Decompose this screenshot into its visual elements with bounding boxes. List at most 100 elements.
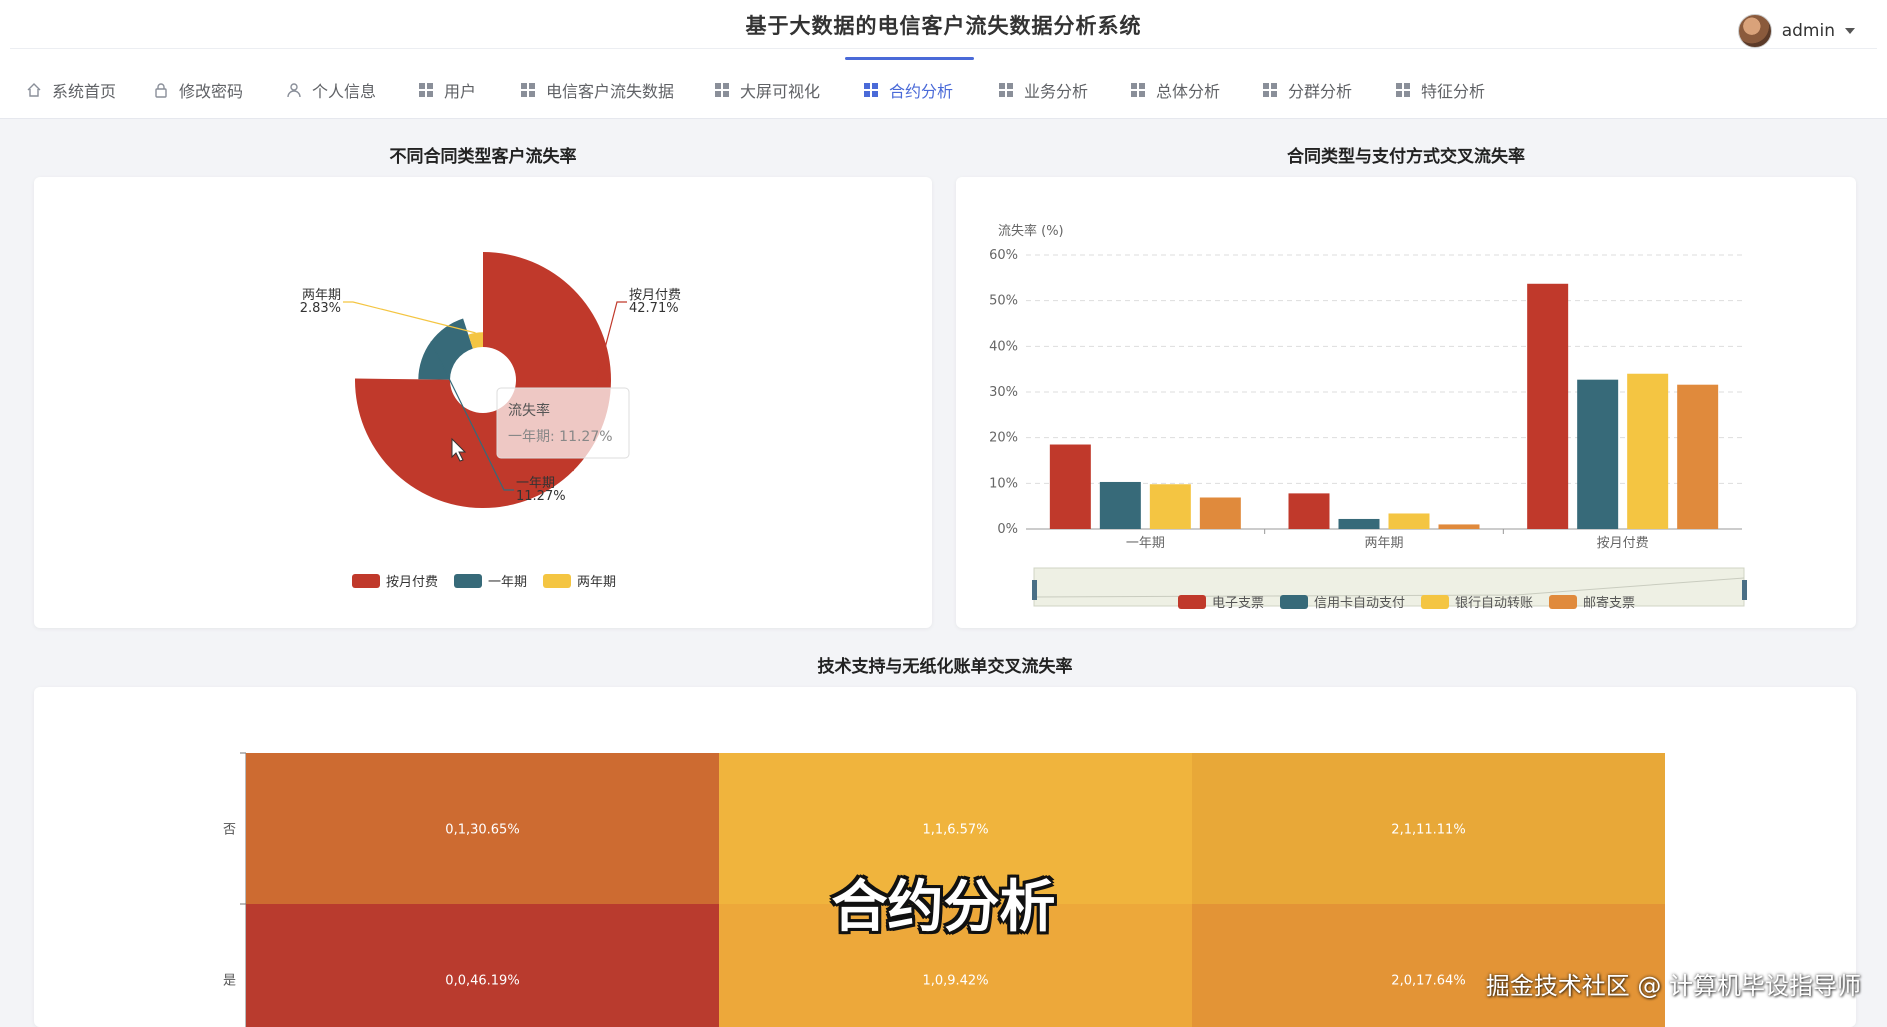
grid-icon <box>863 82 879 98</box>
legend-label[interactable]: 银行自动转账 <box>1455 596 1533 611</box>
nav-item-label: 系统首页 <box>52 82 117 101</box>
pie-slice-0[interactable] <box>355 252 611 508</box>
nav-item-2[interactable]: 个人信息 <box>286 78 376 102</box>
legend-swatch[interactable] <box>543 574 571 588</box>
nav-item-0[interactable]: 系统首页 <box>26 78 116 102</box>
grid-icon <box>1262 82 1278 98</box>
nav-item-label: 大屏可视化 <box>740 82 821 101</box>
contract-chart-card: 按月付费 42.71% 一年期 11.27% 两年期 2.83% 流失率一年期: 11.27… <box>34 177 932 628</box>
y-tick-label: 0% <box>997 522 1018 537</box>
y-tick-label: 是 <box>223 974 236 989</box>
nav-item-5[interactable]: 大屏可视化 <box>714 78 820 102</box>
caret-down-icon <box>1845 28 1855 34</box>
nav-item-1[interactable]: 修改密码 <box>153 78 243 102</box>
legend-label[interactable]: 电子支票 <box>1212 596 1264 611</box>
bar-0-1[interactable] <box>1099 481 1141 529</box>
contract-chart-title: 不同合同类型客户流失率 <box>389 147 577 167</box>
nav-item-3[interactable]: 用户 <box>418 78 476 102</box>
y-tick-label: 30% <box>989 385 1018 400</box>
legend-label[interactable]: 邮寄支票 <box>1583 595 1635 611</box>
x-tick-label: 按月付费 <box>1597 536 1649 551</box>
credit-watermark: 掘金技术社区 @ 计算机毕设指导师 <box>1485 972 1861 1000</box>
cross-chart-card: 流失率 (%) 0% 10% 20% 30% 40% 50% 60% 一年期 两年期 按月付费电子支… <box>956 177 1856 628</box>
y-tick-label: 50% <box>989 294 1018 309</box>
x-tick-label: 一年期 <box>1126 536 1165 551</box>
grid-icon <box>1395 82 1411 98</box>
legend-swatch[interactable] <box>1421 595 1449 609</box>
app-title: 基于大数据的电信客户流失数据分析系统 <box>745 14 1142 38</box>
heatmap-cell-label: 1,0,9.42% <box>922 974 988 989</box>
pie-tooltip: 流失率一年期: 11.27% <box>496 387 630 459</box>
bar-2-1[interactable] <box>1577 379 1619 529</box>
pie-label-value: 2.83% <box>300 301 341 316</box>
legend-swatch[interactable] <box>352 574 380 588</box>
heatmap-cell-label: 0,0,46.19% <box>445 974 519 989</box>
y-tick-label: 60% <box>989 248 1018 263</box>
nav-item-label: 修改密码 <box>179 82 244 101</box>
legend-label[interactable]: 一年期 <box>488 575 527 590</box>
tooltip-text: 一年期: 11.27% <box>508 429 613 445</box>
nav-item-label: 个人信息 <box>312 82 377 101</box>
legend-label[interactable]: 按月付费 <box>386 575 438 590</box>
nav-item-6[interactable]: 合约分析 <box>863 78 953 102</box>
nav-item-9[interactable]: 分群分析 <box>1262 78 1352 102</box>
nav-item-label: 总体分析 <box>1156 82 1221 101</box>
top-bar: 基于大数据的电信客户流失数据分析系统 系统首页 修改密码 个人信息 用户 电信客户流失数… <box>0 0 1887 119</box>
legend-label[interactable]: 信用卡自动支付 <box>1314 596 1405 611</box>
bar-0-3[interactable] <box>1199 497 1241 529</box>
nav-item-label: 特征分析 <box>1421 82 1486 101</box>
pie-label-value: 11.27% <box>516 489 566 504</box>
bar-1-2[interactable] <box>1388 513 1430 529</box>
nav-item-label: 分群分析 <box>1288 82 1353 101</box>
y-tick-label: 20% <box>989 431 1018 446</box>
nav-item-4[interactable]: 电信客户流失数据 <box>520 78 674 102</box>
y-tick-label: 40% <box>989 339 1018 354</box>
legend-swatch[interactable] <box>1280 595 1308 609</box>
legend-label[interactable]: 两年期 <box>577 575 616 590</box>
nav-item-label: 业务分析 <box>1024 82 1089 101</box>
heatmap-cell-label: 0,1,30.65% <box>445 823 519 838</box>
lock-icon <box>153 82 169 98</box>
grid-icon <box>418 82 434 98</box>
bar-1-1[interactable] <box>1338 518 1380 529</box>
bar-2-0[interactable] <box>1527 283 1569 529</box>
x-tick-label: 两年期 <box>1364 536 1403 551</box>
nav-item-10[interactable]: 特征分析 <box>1395 78 1485 102</box>
heatmap-cell-label: 1,1,6.57% <box>922 823 988 838</box>
grid-icon <box>714 82 730 98</box>
pie-label-value: 42.71% <box>629 301 679 316</box>
zoom-handle-left[interactable] <box>1032 580 1037 600</box>
user-name: admin <box>1781 21 1835 41</box>
heatmap-cell-label: 2,1,11.11% <box>1391 823 1465 838</box>
active-tab-indicator <box>845 57 974 60</box>
pie-label-line <box>343 301 476 334</box>
nav-item-label: 用户 <box>444 82 477 101</box>
bar-1-3[interactable] <box>1438 524 1480 529</box>
nav-item-8[interactable]: 总体分析 <box>1130 78 1220 102</box>
grid-icon <box>998 82 1014 98</box>
video-caption: 合约分析 <box>831 875 1056 940</box>
nav-item-label: 电信客户流失数据 <box>546 82 675 101</box>
cross-chart-title: 合同类型与支付方式交叉流失率 <box>1287 147 1525 167</box>
bar-0-2[interactable] <box>1149 484 1191 529</box>
user-menu[interactable]: admin <box>1737 14 1855 48</box>
cross-bar-chart[interactable]: 流失率 (%) 0% 10% 20% 30% 40% 50% 60% 一年期 两年期 按月付费电子支… <box>956 177 1856 628</box>
bar-2-3[interactable] <box>1677 384 1719 529</box>
legend-swatch[interactable] <box>1178 595 1206 609</box>
bar-2-2[interactable] <box>1627 373 1669 529</box>
nav-item-label: 合约分析 <box>889 82 954 101</box>
contract-rose-chart[interactable]: 按月付费 42.71% 一年期 11.27% 两年期 2.83% 流失率一年期: 11.27… <box>34 177 932 628</box>
main-nav: 系统首页 修改密码 个人信息 用户 电信客户流失数据 大屏可视化 合约分析 业务分析 总体分析 分… <box>0 56 1887 118</box>
home-icon <box>26 82 42 98</box>
user-icon <box>286 82 302 98</box>
bar-1-0[interactable] <box>1288 493 1330 529</box>
zoom-handle-right[interactable] <box>1742 580 1747 600</box>
y-axis-label: 流失率 (%) <box>998 223 1064 239</box>
legend-swatch[interactable] <box>454 574 482 588</box>
tooltip-header: 流失率 <box>508 402 550 419</box>
title-divider <box>10 48 1877 49</box>
y-tick-label: 10% <box>989 476 1018 491</box>
bar-0-0[interactable] <box>1049 444 1091 529</box>
nav-item-7[interactable]: 业务分析 <box>998 78 1088 102</box>
legend-swatch[interactable] <box>1549 595 1577 609</box>
